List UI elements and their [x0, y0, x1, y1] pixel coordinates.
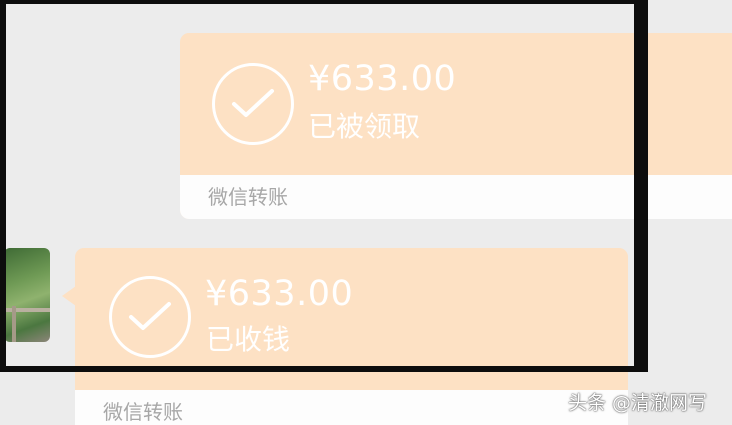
bubble-tail: [62, 286, 76, 306]
transfer-status: 已被领取: [308, 110, 421, 143]
check-circle-icon: [109, 276, 191, 358]
check-circle-icon: [212, 63, 294, 145]
avatar-post: [12, 306, 16, 342]
watermark: 头条 @清澈网写: [568, 392, 708, 414]
transfer-card-received-by-recipient[interactable]: ¥633.00 已被领取 微信转账: [180, 33, 732, 219]
frame-border-bottom: [0, 366, 648, 372]
transfer-amount: ¥633.00: [308, 59, 457, 99]
transfer-status: 已收钱: [206, 323, 291, 356]
transfer-amount: ¥633.00: [205, 274, 354, 314]
avatar[interactable]: [4, 248, 50, 342]
frame-border-right: [634, 0, 648, 372]
frame-border-left: [0, 0, 6, 372]
transfer-card-money-received[interactable]: ¥633.00 已收钱 微信转账: [75, 248, 628, 425]
transfer-footer-label: 微信转账: [75, 390, 628, 425]
transfer-card-body: ¥633.00 已被领取: [180, 33, 732, 173]
avatar-railing: [4, 308, 50, 312]
frame-border-top: [0, 0, 648, 4]
transfer-footer-label: 微信转账: [180, 175, 732, 219]
